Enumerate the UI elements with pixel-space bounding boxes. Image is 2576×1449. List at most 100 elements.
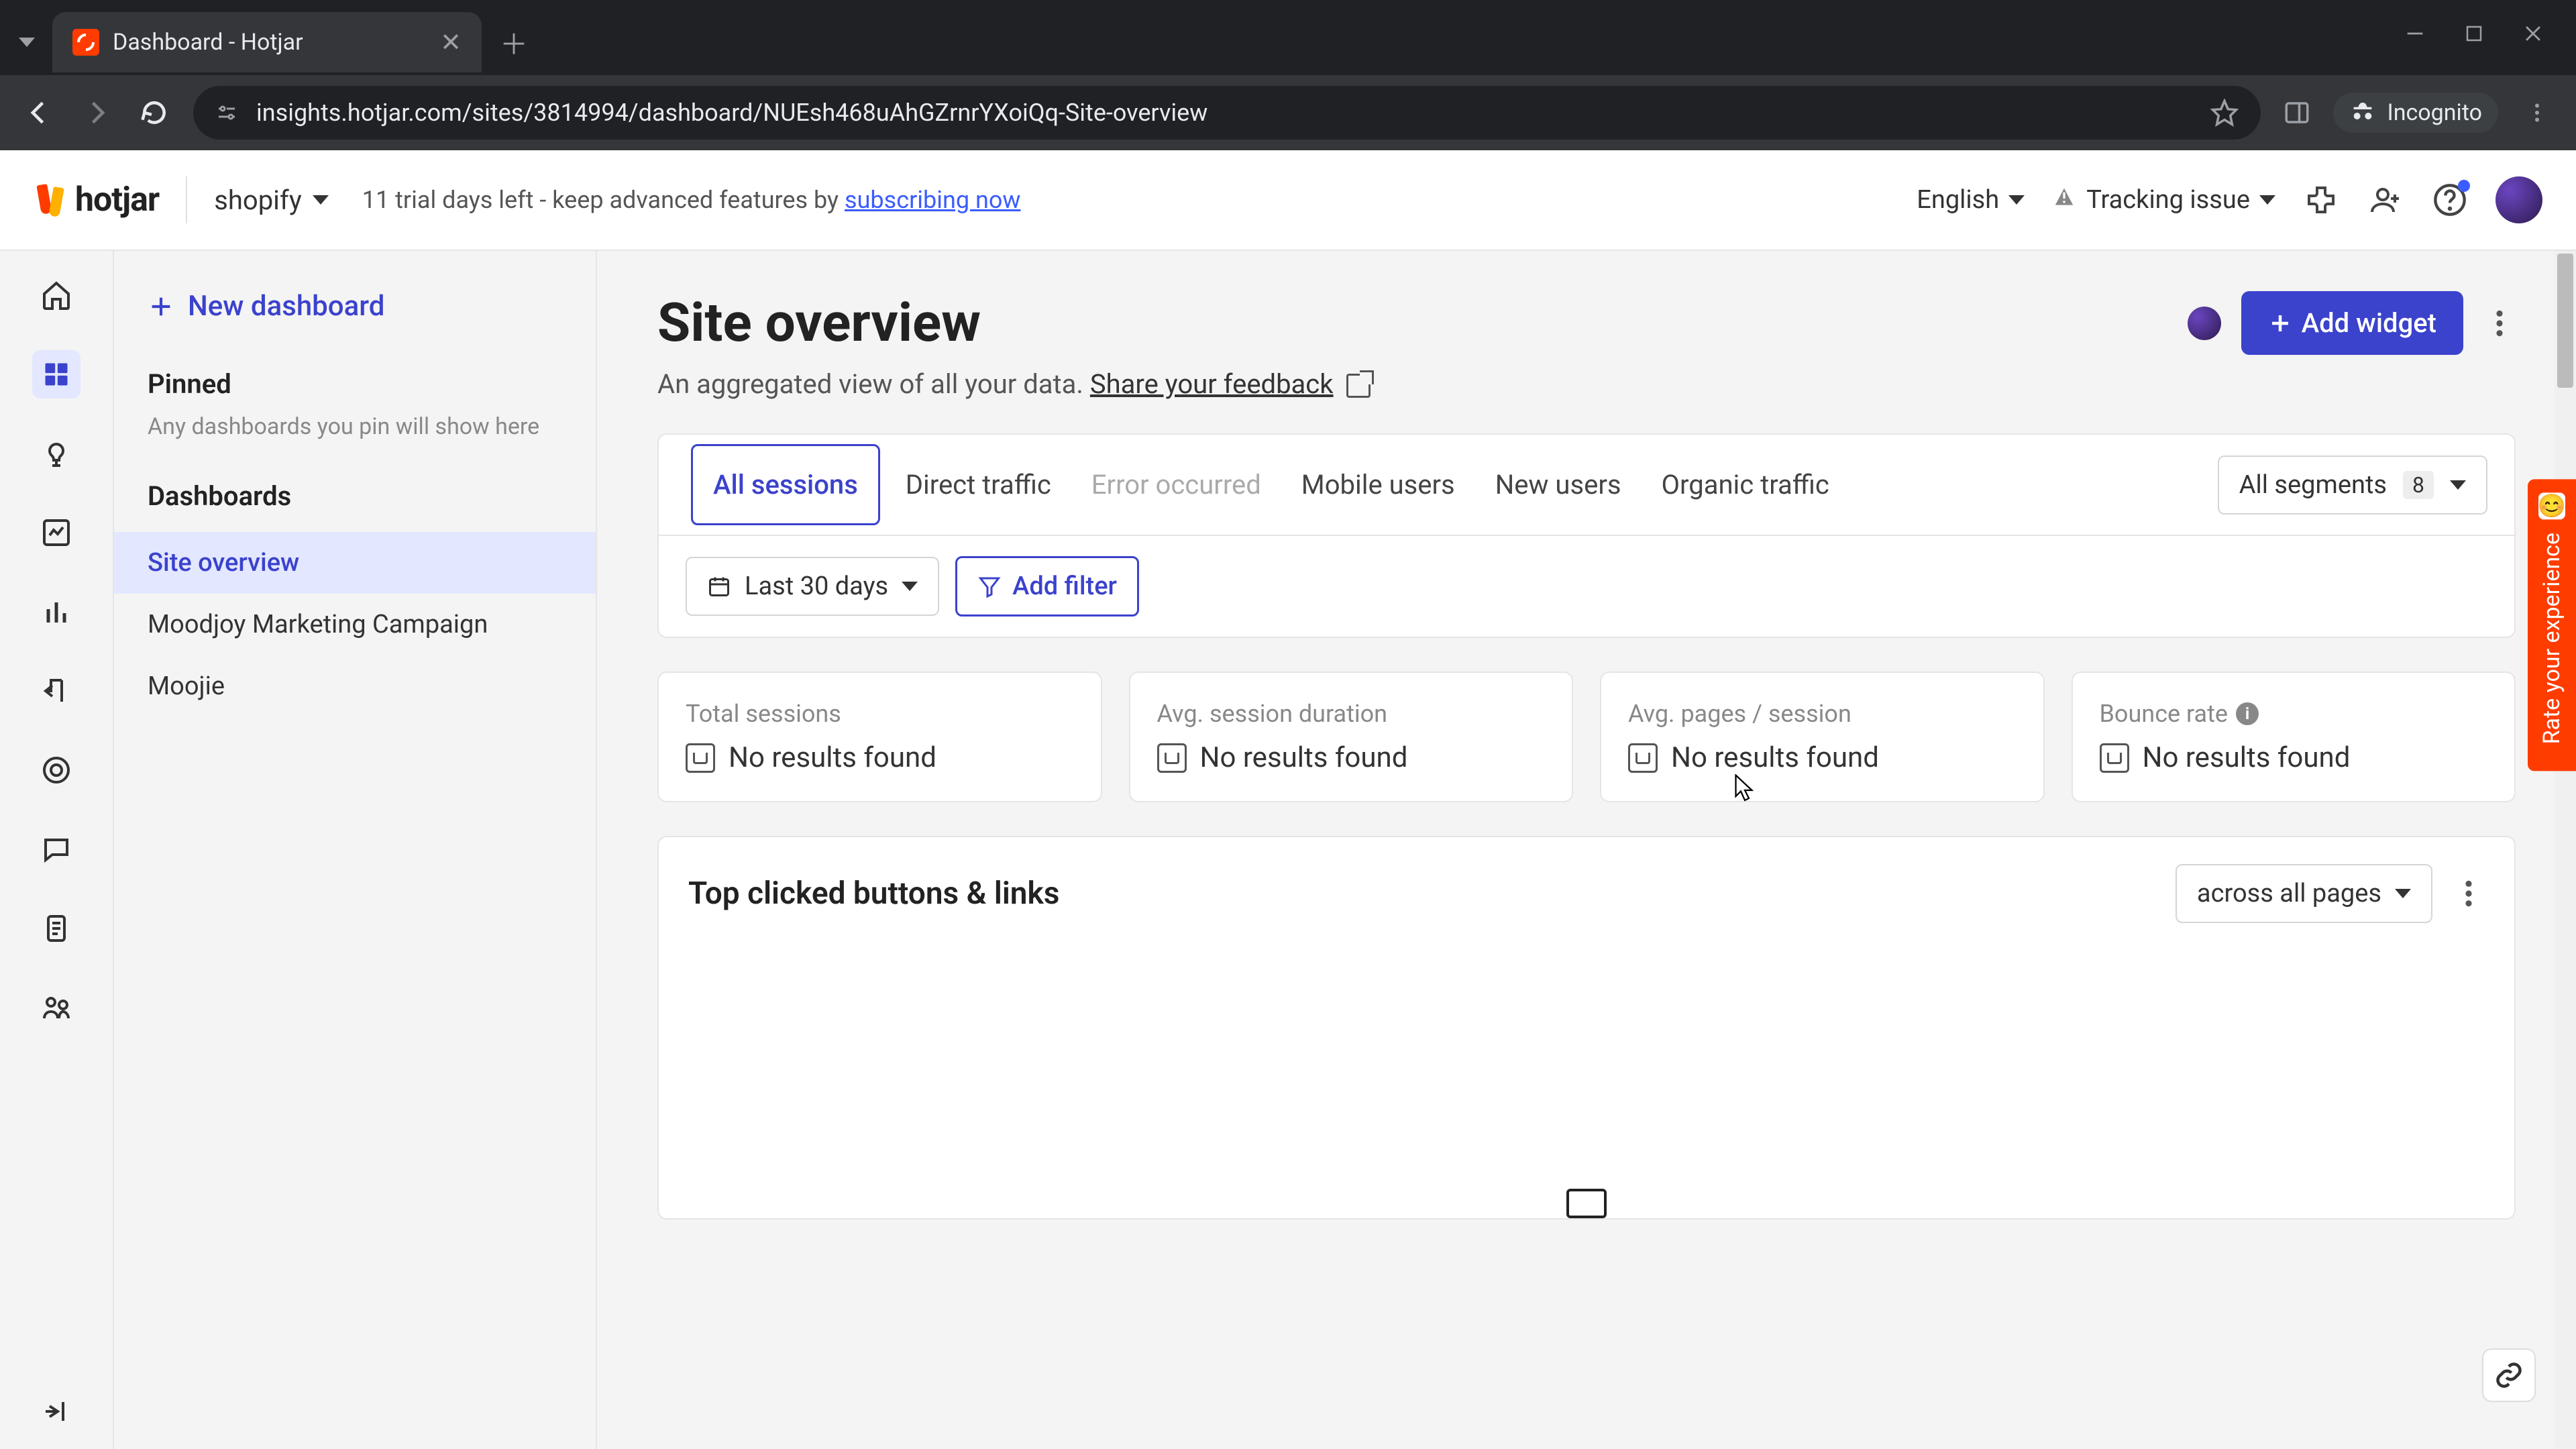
add-filter-button[interactable]: Add filter: [955, 556, 1139, 616]
segment-tab-error-occurred[interactable]: Error occurred: [1071, 446, 1281, 523]
chevron-down-icon: [902, 582, 918, 591]
rate-experience-tab[interactable]: Rate your experience 😊: [2528, 479, 2576, 771]
tracking-issue-dropdown[interactable]: Tracking issue: [2051, 184, 2275, 216]
date-range-dropdown[interactable]: Last 30 days: [686, 557, 939, 616]
empty-icon: [686, 743, 715, 773]
user-avatar[interactable]: [2496, 176, 2542, 223]
hotjar-logo-text: hotjar: [75, 180, 159, 219]
link-icon: [2494, 1360, 2524, 1390]
segment-tab-direct-traffic[interactable]: Direct traffic: [885, 446, 1071, 523]
segment-tab-all-sessions[interactable]: All sessions: [691, 444, 880, 525]
tracking-issue-label: Tracking issue: [2086, 185, 2250, 215]
warning-icon: [2051, 184, 2077, 216]
widget-more-menu[interactable]: [2453, 877, 2485, 910]
dashboard-item-moodjoy[interactable]: Moodjoy Marketing Campaign: [114, 594, 596, 655]
nav-dashboard-icon[interactable]: [32, 350, 80, 398]
share-feedback-link[interactable]: Share your feedback: [1090, 368, 1334, 400]
scrollbar-track[interactable]: [2555, 251, 2576, 1449]
site-settings-icon[interactable]: [213, 99, 240, 126]
tab-label: All sessions: [713, 469, 858, 500]
hotjar-logo[interactable]: hotjar: [34, 180, 159, 219]
back-button[interactable]: [20, 94, 58, 131]
dashboard-sidebar: New dashboard Pinned Any dashboards you …: [114, 251, 597, 1449]
subscribe-link[interactable]: subscribing now: [845, 186, 1020, 214]
segment-tab-organic-traffic[interactable]: Organic traffic: [1642, 446, 1849, 523]
metric-card-bounce-rate: Bounce ratei No results found: [2072, 672, 2516, 802]
incognito-badge[interactable]: Incognito: [2333, 93, 2498, 133]
nav-engage-icon[interactable]: [32, 983, 80, 1032]
new-dashboard-button[interactable]: New dashboard: [114, 278, 596, 335]
integrations-icon[interactable]: [2302, 181, 2340, 219]
segments-count: 8: [2403, 471, 2434, 499]
nav-surveys-icon[interactable]: [32, 904, 80, 953]
nav-recordings-icon[interactable]: [32, 746, 80, 794]
segment-tabs: All sessions Direct traffic Error occurr…: [659, 435, 2514, 536]
metrics-row: Total sessions No results found Avg. ses…: [657, 672, 2516, 802]
nav-heatmaps-icon[interactable]: [32, 588, 80, 636]
minimize-icon[interactable]: [2399, 17, 2431, 50]
scope-label: across all pages: [2197, 879, 2381, 908]
hotjar-favicon: [72, 29, 99, 56]
maximize-icon[interactable]: [2458, 17, 2490, 50]
dashboard-list: Site overview Moodjoy Marketing Campaign…: [114, 532, 596, 717]
language-selector[interactable]: English: [1917, 185, 2025, 215]
tab-label: Organic traffic: [1662, 469, 1829, 500]
site-selector[interactable]: shopify: [214, 184, 329, 216]
site-name: shopify: [214, 184, 302, 216]
metric-label: Avg. pages / session: [1628, 700, 2017, 728]
side-panel-icon[interactable]: [2281, 97, 2313, 129]
add-filter-label: Add filter: [1012, 572, 1117, 601]
dashboard-item-site-overview[interactable]: Site overview: [114, 532, 596, 594]
nav-rail: [0, 251, 114, 1449]
notification-dot: [2458, 180, 2470, 192]
invite-user-icon[interactable]: [2367, 181, 2404, 219]
tab-search-dropdown[interactable]: [8, 23, 46, 61]
chevron-down-icon: [313, 195, 329, 205]
plus-icon: [148, 293, 174, 320]
metric-card-avg-pages-session: Avg. pages / session No results found: [1600, 672, 2045, 802]
new-tab-button[interactable]: ＋: [495, 23, 533, 61]
all-segments-dropdown[interactable]: All segments 8: [2218, 455, 2487, 515]
nav-home-icon[interactable]: [32, 271, 80, 319]
metric-card-avg-session-duration: Avg. session duration No results found: [1129, 672, 1574, 802]
browser-toolbar: insights.hotjar.com/sites/3814994/dashbo…: [0, 75, 2576, 150]
calendar-icon: [707, 574, 731, 598]
feedback-emoji-icon: 😊: [2538, 492, 2565, 519]
hotjar-logo-icon: [34, 183, 67, 217]
subtitle-text: An aggregated view of all your data.: [657, 368, 1090, 400]
scrollbar-thumb[interactable]: [2557, 254, 2573, 388]
dashboard-more-menu[interactable]: [2483, 307, 2516, 339]
browser-tab-active[interactable]: Dashboard - Hotjar ✕: [52, 12, 482, 72]
nav-highlights-icon[interactable]: [32, 429, 80, 478]
page-title: Site overview: [657, 291, 981, 354]
widget-scope-dropdown[interactable]: across all pages: [2176, 864, 2432, 923]
add-widget-button[interactable]: Add widget: [2241, 291, 2463, 355]
close-tab-icon[interactable]: ✕: [440, 28, 462, 58]
share-link-button[interactable]: [2482, 1348, 2536, 1402]
widget-body-empty: [659, 950, 2514, 1218]
pinned-heading: Pinned: [148, 368, 562, 400]
dashboards-heading: Dashboards: [148, 480, 562, 512]
help-icon[interactable]: [2431, 181, 2469, 219]
metric-value: No results found: [1200, 741, 1408, 774]
metric-label: Total sessions: [686, 700, 1074, 728]
close-window-icon[interactable]: [2517, 17, 2549, 50]
nav-feedback-icon[interactable]: [32, 825, 80, 873]
bookmark-star-icon[interactable]: [2208, 97, 2241, 129]
segment-tab-mobile-users[interactable]: Mobile users: [1281, 446, 1475, 523]
chevron-down-icon: [2008, 195, 2025, 205]
nav-trends-icon[interactable]: [32, 508, 80, 557]
browser-menu-icon[interactable]: [2518, 94, 2556, 131]
segment-tab-new-users[interactable]: New users: [1475, 446, 1642, 523]
trial-banner: 11 trial days left - keep advanced featu…: [362, 186, 1021, 214]
external-link-icon: [1346, 374, 1371, 398]
info-icon[interactable]: i: [2236, 702, 2259, 725]
nav-funnels-icon[interactable]: [32, 667, 80, 715]
forward-button[interactable]: [78, 94, 115, 131]
owner-avatar[interactable]: [2188, 307, 2221, 340]
add-widget-label: Add widget: [2302, 307, 2436, 339]
nav-expand-icon[interactable]: [32, 1401, 80, 1449]
reload-button[interactable]: [136, 94, 173, 131]
dashboard-item-moojie[interactable]: Moojie: [114, 655, 596, 717]
url-bar[interactable]: insights.hotjar.com/sites/3814994/dashbo…: [193, 86, 2261, 140]
